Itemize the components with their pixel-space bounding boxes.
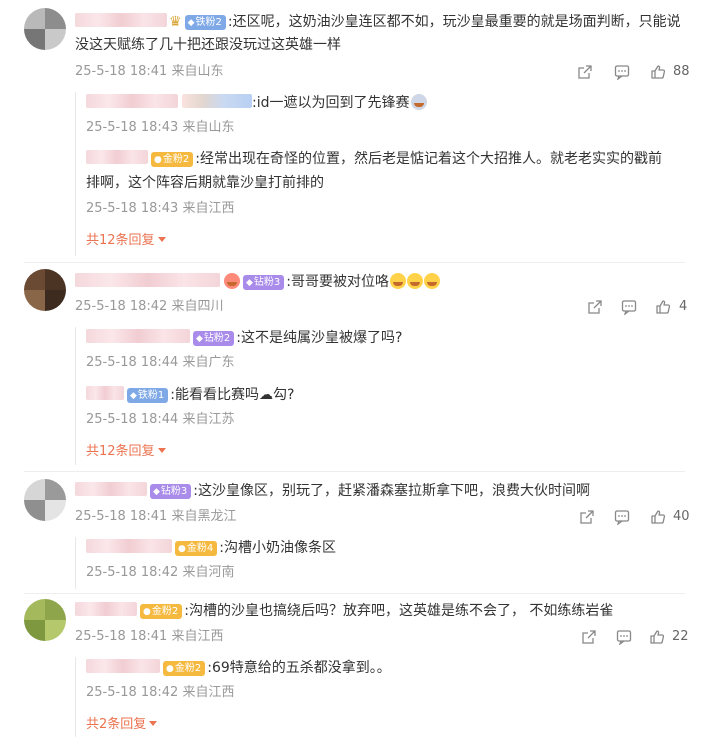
share-icon[interactable] (579, 509, 595, 525)
avatar[interactable] (24, 269, 66, 311)
avatar[interactable] (24, 8, 66, 50)
comment-actions: 40 (579, 508, 690, 526)
reply-list (75, 327, 76, 465)
comment-body: ◆钻粉3:哥哥要被对位咯 (75, 271, 441, 293)
fan-badge[interactable]: ●金粉4 (175, 541, 218, 556)
reply-meta: 25-5-18 18:42 来自江西 (86, 685, 235, 700)
comment-text-continued: 没这天赋练了几十把还跟没玩过这英雄一样 (75, 37, 341, 53)
reply-text: :69特意给的五杀都没拿到。。 (207, 660, 391, 676)
username[interactable] (86, 150, 148, 164)
comment-actions: 88 (577, 63, 690, 81)
view-replies-button[interactable]: 共2条回复 (86, 716, 158, 734)
share-icon[interactable] (581, 629, 597, 645)
divider (24, 593, 685, 594)
reply-text: :经常出现在奇怪的位置，然后老是惦记着这个大招推人。就老老实实的戳前 (195, 151, 662, 167)
share-icon[interactable] (587, 299, 603, 315)
reply-text-continued: 排啊，这个阵容后期就靠沙皇打前排的 (86, 175, 324, 191)
username[interactable] (75, 273, 220, 287)
view-replies-button[interactable]: 共12条回复 (86, 443, 166, 461)
comment-icon[interactable] (621, 299, 637, 315)
reply-list (75, 657, 76, 737)
reply-body: ●金粉2:经常出现在奇怪的位置，然后老是惦记着这个大招推人。就老老实实的戳前 (86, 148, 662, 170)
crying-emoji-icon (424, 273, 441, 289)
username[interactable] (75, 482, 147, 496)
comment-icon[interactable] (614, 64, 630, 80)
username-badge[interactable] (182, 94, 252, 108)
fan-badge[interactable]: ◆钻粉2 (193, 331, 235, 346)
crying-emoji-icon (390, 273, 407, 289)
username[interactable] (86, 329, 190, 343)
comment-icon[interactable] (614, 509, 630, 525)
comment-icon[interactable] (616, 629, 632, 645)
like-count: 22 (672, 629, 689, 644)
fire-icon (224, 273, 240, 289)
reply-list (75, 537, 76, 589)
username[interactable] (86, 659, 160, 673)
fan-badge[interactable]: ◆铁粉2 (184, 15, 226, 30)
reply-body: ●金粉2:69特意给的五杀都没拿到。。 (86, 657, 391, 679)
thumbs-up-icon[interactable] (649, 629, 665, 645)
comment-body: ♛ ◆铁粉2:还区呢，这奶油沙皇连区都不如，玩沙皇最重要的就是场面判断，只能说 (75, 11, 681, 33)
username[interactable] (86, 386, 124, 400)
comment-text: :这沙皇像区，别玩了，赶紧潘森塞拉斯拿下吧，浪费大伙时间啊 (193, 483, 591, 499)
view-replies-button[interactable]: 共12条回复 (86, 232, 166, 250)
username[interactable] (86, 94, 178, 108)
reply-body: ●金粉4:沟槽小奶油像条区 (86, 537, 336, 559)
reply-body: ◆钻粉2:这不是纯属沙皇被爆了吗? (86, 327, 402, 349)
reply-meta: 25-5-18 18:43 来自山东 (86, 120, 235, 135)
chevron-down-icon (149, 721, 158, 726)
username[interactable] (75, 602, 137, 616)
comment-body: ●金粉2:沟槽的沙皇也搞绕后吗？放弃吧，这英雄是练不会了， 不如练练岩雀 (75, 600, 613, 622)
avatar[interactable] (24, 599, 66, 641)
reply-body: ◆铁粉1:能看看比赛吗☁勾? (86, 384, 294, 406)
avatar[interactable] (24, 479, 66, 521)
divider (24, 262, 685, 263)
reply-body: :id一遮以为回到了先锋赛 (86, 92, 427, 114)
comment-meta: 25-5-18 18:41 来自山东 (75, 64, 224, 79)
comment-text: :还区呢，这奶油沙皇连区都不如，玩沙皇最重要的就是场面判断，只能说 (227, 14, 681, 30)
share-icon[interactable] (577, 64, 593, 80)
crown-icon: ♛ (169, 14, 182, 30)
reply-text: :沟槽小奶油像条区 (219, 540, 336, 556)
like-count: 88 (673, 64, 690, 79)
reply-meta: 25-5-18 18:43 来自江西 (86, 201, 235, 216)
chevron-down-icon (157, 448, 166, 453)
reply-list (75, 92, 76, 256)
chevron-down-icon (157, 237, 166, 242)
thumbs-up-icon[interactable] (655, 299, 671, 315)
comment-actions: 22 (581, 628, 689, 646)
fan-badge[interactable]: ◆钻粉3 (243, 275, 285, 290)
reply-meta: 25-5-18 18:44 来自江苏 (86, 412, 235, 427)
thumbs-up-icon[interactable] (650, 509, 666, 525)
username[interactable] (75, 13, 167, 27)
like-count: 4 (679, 299, 688, 314)
divider (24, 471, 685, 472)
reply-text: :id一遮以为回到了先锋赛 (252, 95, 410, 111)
reply-meta: 25-5-18 18:44 来自广东 (86, 355, 235, 370)
crying-emoji-icon (407, 273, 424, 289)
comment-body: ◆钻粉3:这沙皇像区，别玩了，赶紧潘森塞拉斯拿下吧，浪费大伙时间啊 (75, 480, 590, 502)
comment-text: :哥哥要被对位咯 (286, 274, 390, 290)
thumbs-up-icon[interactable] (650, 64, 666, 80)
reply-meta: 25-5-18 18:42 来自河南 (86, 565, 235, 580)
fan-badge[interactable]: ●金粉2 (151, 152, 194, 167)
comment-meta: 25-5-18 18:41 来自黑龙江 (75, 509, 237, 524)
username[interactable] (86, 539, 172, 553)
fan-badge[interactable]: ◆铁粉1 (127, 388, 169, 403)
reply-text: :能看看比赛吗☁勾? (170, 387, 295, 403)
emoji-icon (410, 94, 427, 110)
comment-meta: 25-5-18 18:41 来自江西 (75, 629, 224, 644)
reply-text: :这不是纯属沙皇被爆了吗? (236, 330, 403, 346)
comment-text: :沟槽的沙皇也搞绕后吗？放弃吧，这英雄是练不会了， 不如练练岩雀 (184, 603, 614, 619)
fan-badge[interactable]: ●金粉2 (163, 661, 206, 676)
comment-meta: 25-5-18 18:42 来自四川 (75, 299, 224, 314)
comment-actions: 4 (587, 298, 687, 316)
fan-badge[interactable]: ●金粉2 (140, 604, 183, 619)
fan-badge[interactable]: ◆钻粉3 (150, 484, 192, 499)
like-count: 40 (673, 509, 690, 524)
